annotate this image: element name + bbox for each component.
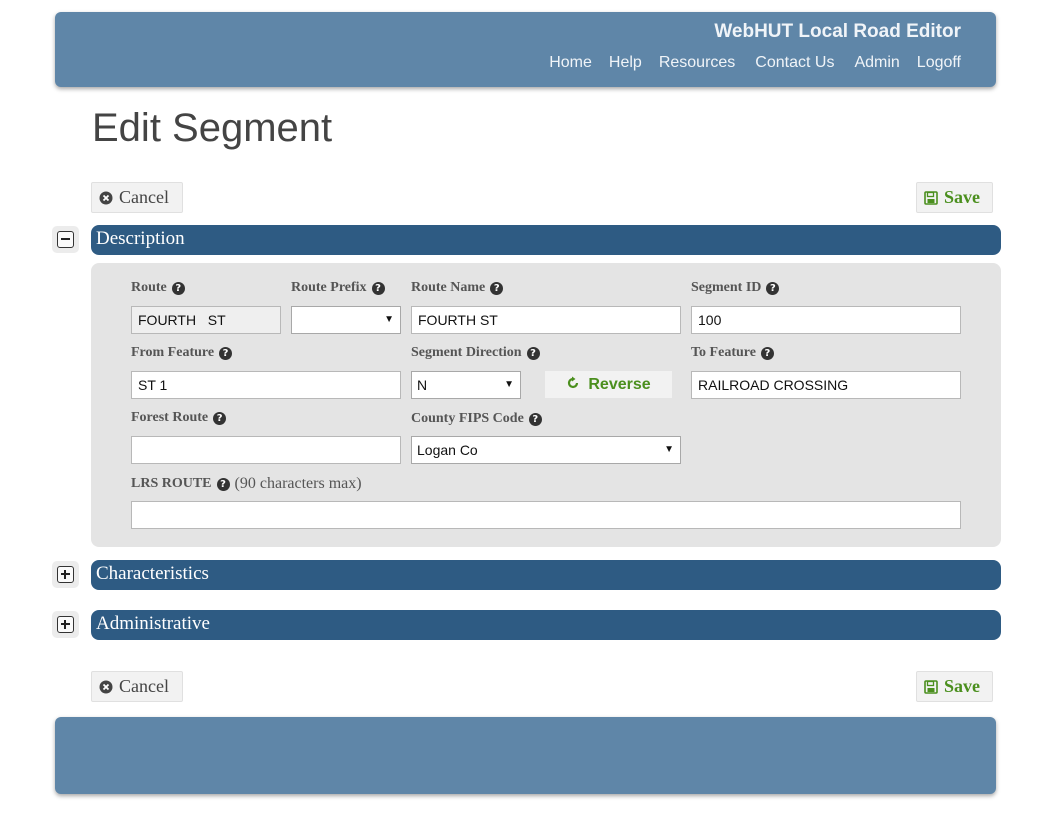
route-name-field[interactable]: FOURTH ST — [411, 306, 681, 334]
save-button-bottom[interactable]: Save — [916, 671, 993, 702]
nav-logoff[interactable]: Logoff — [917, 54, 961, 72]
main-nav: Home Help Resources Contact Us Admin Log… — [532, 54, 961, 72]
county-fips-value: Logan Co — [417, 442, 478, 458]
help-icon[interactable]: ? — [213, 411, 227, 425]
help-icon[interactable]: ? — [219, 346, 233, 360]
route-label: Route? — [131, 280, 185, 296]
plus-icon — [57, 566, 74, 583]
nav-home[interactable]: Home — [549, 54, 592, 72]
save-label: Save — [944, 187, 980, 207]
chevron-down-icon: ▼ — [384, 314, 394, 325]
county-fips-select[interactable]: Logan Co ▼ — [411, 436, 681, 464]
chevron-down-icon: ▼ — [504, 379, 514, 390]
page-title: Edit Segment — [92, 106, 333, 150]
save-button-top[interactable]: Save — [916, 182, 993, 213]
to-feature-label: To Feature? — [691, 345, 774, 361]
floppy-disk-icon — [924, 679, 938, 694]
county-fips-label: County FIPS Code? — [411, 411, 542, 427]
floppy-disk-icon — [924, 190, 938, 205]
cancel-label: Cancel — [119, 187, 169, 207]
from-feature-field[interactable]: ST 1 — [131, 371, 401, 399]
minus-icon — [57, 231, 74, 248]
expand-administrative-toggle[interactable] — [52, 611, 79, 638]
to-feature-field[interactable]: RAILROAD CROSSING — [691, 371, 961, 399]
route-prefix-label: Route Prefix? — [291, 280, 385, 296]
section-characteristics-header[interactable]: Characteristics — [91, 560, 1001, 590]
collapse-description-toggle[interactable] — [52, 226, 79, 253]
help-icon[interactable]: ? — [490, 281, 504, 295]
app-footer — [55, 717, 996, 794]
segment-direction-label: Segment Direction? — [411, 345, 540, 361]
route-name-label: Route Name? — [411, 280, 504, 296]
from-feature-label: From Feature? — [131, 345, 233, 361]
nav-contact-us[interactable]: Contact Us — [755, 54, 834, 72]
segment-direction-value: N — [417, 377, 428, 393]
reverse-label: Reverse — [588, 375, 651, 393]
section-administrative-header[interactable]: Administrative — [91, 610, 1001, 640]
x-circle-icon — [99, 680, 113, 694]
help-icon[interactable]: ? — [371, 281, 385, 295]
help-icon[interactable]: ? — [760, 346, 774, 360]
help-icon[interactable]: ? — [526, 346, 540, 360]
reverse-button[interactable]: Reverse — [544, 370, 673, 399]
route-prefix-select[interactable]: ▼ — [291, 306, 401, 334]
app-title: WebHUT Local Road Editor — [714, 21, 961, 42]
cancel-button-bottom[interactable]: Cancel — [91, 671, 183, 702]
segment-id-label: Segment ID? — [691, 280, 780, 296]
nav-admin[interactable]: Admin — [854, 54, 899, 72]
save-label: Save — [944, 676, 980, 696]
rotate-icon — [566, 376, 580, 393]
cancel-label: Cancel — [119, 676, 169, 696]
forest-route-label: Forest Route? — [131, 410, 227, 426]
expand-characteristics-toggle[interactable] — [52, 561, 79, 588]
section-description-header[interactable]: Description — [91, 225, 1001, 255]
plus-icon — [57, 616, 74, 633]
forest-route-field[interactable] — [131, 436, 401, 464]
help-icon[interactable]: ? — [171, 281, 185, 295]
segment-id-field[interactable]: 100 — [691, 306, 961, 334]
help-icon[interactable]: ? — [766, 281, 780, 295]
lrs-route-field[interactable] — [131, 501, 961, 529]
lrs-route-label: LRS ROUTE? (90 characters max) — [131, 475, 362, 492]
chevron-down-icon: ▼ — [664, 444, 674, 455]
segment-direction-select[interactable]: N ▼ — [411, 371, 521, 399]
app-header: WebHUT Local Road Editor Home Help Resou… — [55, 12, 996, 87]
lrs-route-hint: (90 characters max) — [234, 475, 362, 492]
nav-resources[interactable]: Resources — [659, 54, 735, 72]
cancel-button-top[interactable]: Cancel — [91, 182, 183, 213]
route-field[interactable]: FOURTH ST — [131, 306, 281, 334]
x-circle-icon — [99, 191, 113, 205]
help-icon[interactable]: ? — [216, 477, 230, 491]
nav-help[interactable]: Help — [609, 54, 642, 72]
help-icon[interactable]: ? — [528, 412, 542, 426]
